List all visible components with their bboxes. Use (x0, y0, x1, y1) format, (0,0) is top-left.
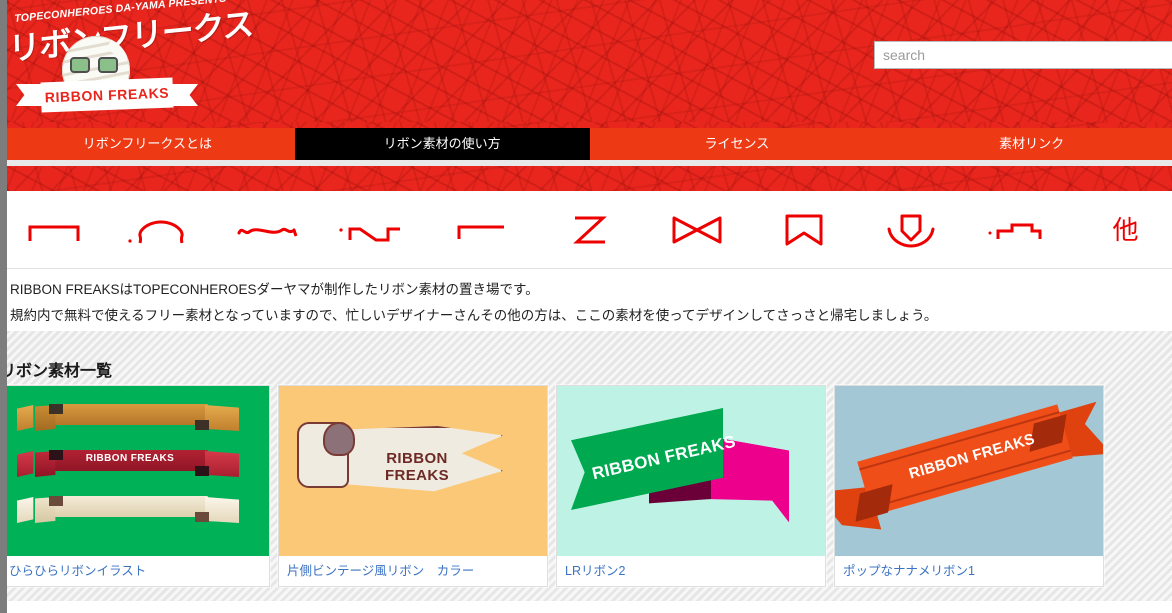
material-card[interactable]: RIBBON FREAKS LRリボン2 (556, 385, 826, 587)
nav-item-material-links[interactable]: 素材リンク (884, 128, 1172, 160)
flat-ribbon-icon (26, 213, 82, 247)
nav-underline (7, 160, 1172, 166)
category-z-fold-ribbon[interactable] (536, 191, 643, 268)
material-card-caption[interactable]: 片側ビンテージ風リボン カラー (279, 556, 547, 586)
z-fold-ribbon-icon (570, 210, 610, 250)
bookmark-ribbon-icon (782, 211, 826, 249)
other-icon: 他 (1112, 214, 1139, 245)
material-card[interactable]: RIBBON FREAKS 片側ビンテージ風リボン カラー (278, 385, 548, 587)
category-icon-list: 他 (7, 191, 1172, 268)
material-card-caption[interactable]: LRリボン2 (557, 556, 825, 586)
nav-item-about[interactable]: リボンフリークスとは (7, 128, 295, 160)
material-thumbnail: RIBBON FREAKS (557, 386, 825, 556)
corner-ribbon-icon (454, 213, 510, 247)
thumb-ribbon-text: RIBBON FREAKS (85, 453, 175, 464)
material-card-caption[interactable]: ひらひらリボンイラスト (7, 556, 269, 586)
category-corner-ribbon[interactable] (429, 191, 536, 268)
bowtie-ribbon-icon (670, 212, 724, 248)
material-card[interactable]: RIBBON FREAKS ひらひらリボンイラスト (7, 385, 270, 587)
nav-item-how-to-use[interactable]: リボン素材の使い方 (294, 128, 590, 160)
page-root: TOPECONHEROES DA-YAMA PRESENTS リボンフリークス (7, 0, 1172, 613)
browser-viewport: TOPECONHEROES DA-YAMA PRESENTS リボンフリークス (0, 0, 1172, 613)
section-title: リボン素材一覧 (7, 363, 113, 380)
category-arched-ribbon[interactable] (107, 191, 214, 268)
wavy-ribbon-icon (236, 213, 300, 247)
category-step-ribbon[interactable] (965, 191, 1072, 268)
nav-item-list: リボンフリークスとは リボン素材の使い方 ライセンス 素材リンク (7, 128, 1172, 160)
logo-ribbon-banner: RIBBON FREAKS (16, 77, 198, 113)
category-bookmark-ribbon[interactable] (750, 191, 857, 268)
intro-line-2: 規約内で無料で使えるフリー素材となっていますので、忙しいデザイナーさんその他の方… (10, 308, 938, 323)
category-wavy-ribbon[interactable] (214, 191, 321, 268)
material-thumbnail: RIBBON FREAKS (279, 386, 547, 556)
material-thumbnail: RIBBON FREAKS (7, 386, 269, 556)
thumb-ribbon-text: RIBBON FREAKS (384, 450, 450, 484)
material-card[interactable]: RIBBON FREAKS ポップなナナメリボン1 (834, 385, 1104, 587)
material-card-grid: RIBBON FREAKS ひらひらリボンイラスト RIBBON FREAKS … (7, 385, 1172, 587)
category-icon-bar: 他 (7, 191, 1172, 269)
arched-ribbon-icon (126, 213, 196, 247)
site-logo[interactable]: TOPECONHEROES DA-YAMA PRESENTS リボンフリークス (7, 0, 254, 122)
category-bowtie-ribbon[interactable] (643, 191, 750, 268)
step-ribbon-icon (988, 213, 1048, 247)
logo-banner-text: RIBBON FREAKS (44, 84, 170, 106)
category-zigzag-ribbon[interactable] (322, 191, 429, 268)
material-list-section: リボン素材一覧 RIBBON FREAKS ひらひらリボンイラスト RIBBON… (7, 331, 1172, 601)
nav-item-license[interactable]: ライセンス (589, 128, 885, 160)
search-box[interactable] (874, 41, 1172, 69)
category-other[interactable]: 他 (1072, 191, 1172, 268)
site-header: TOPECONHEROES DA-YAMA PRESENTS リボンフリークス (7, 0, 1172, 122)
material-thumbnail: RIBBON FREAKS (835, 386, 1103, 556)
intro-description: RIBBON FREAKSはTOPECONHEROESダーヤマが制作したリボン素… (7, 269, 1172, 331)
badge-ribbon-icon (885, 211, 937, 249)
category-flat-ribbon[interactable] (7, 191, 107, 268)
material-card-caption[interactable]: ポップなナナメリボン1 (835, 556, 1103, 586)
search-input[interactable] (875, 42, 1172, 68)
category-badge-ribbon[interactable] (858, 191, 965, 268)
main-navigation: リボンフリークスとは リボン素材の使い方 ライセンス 素材リンク (7, 122, 1172, 191)
zigzag-ribbon-icon (338, 213, 412, 247)
intro-line-1: RIBBON FREAKSはTOPECONHEROESダーヤマが制作したリボン素… (10, 282, 539, 297)
